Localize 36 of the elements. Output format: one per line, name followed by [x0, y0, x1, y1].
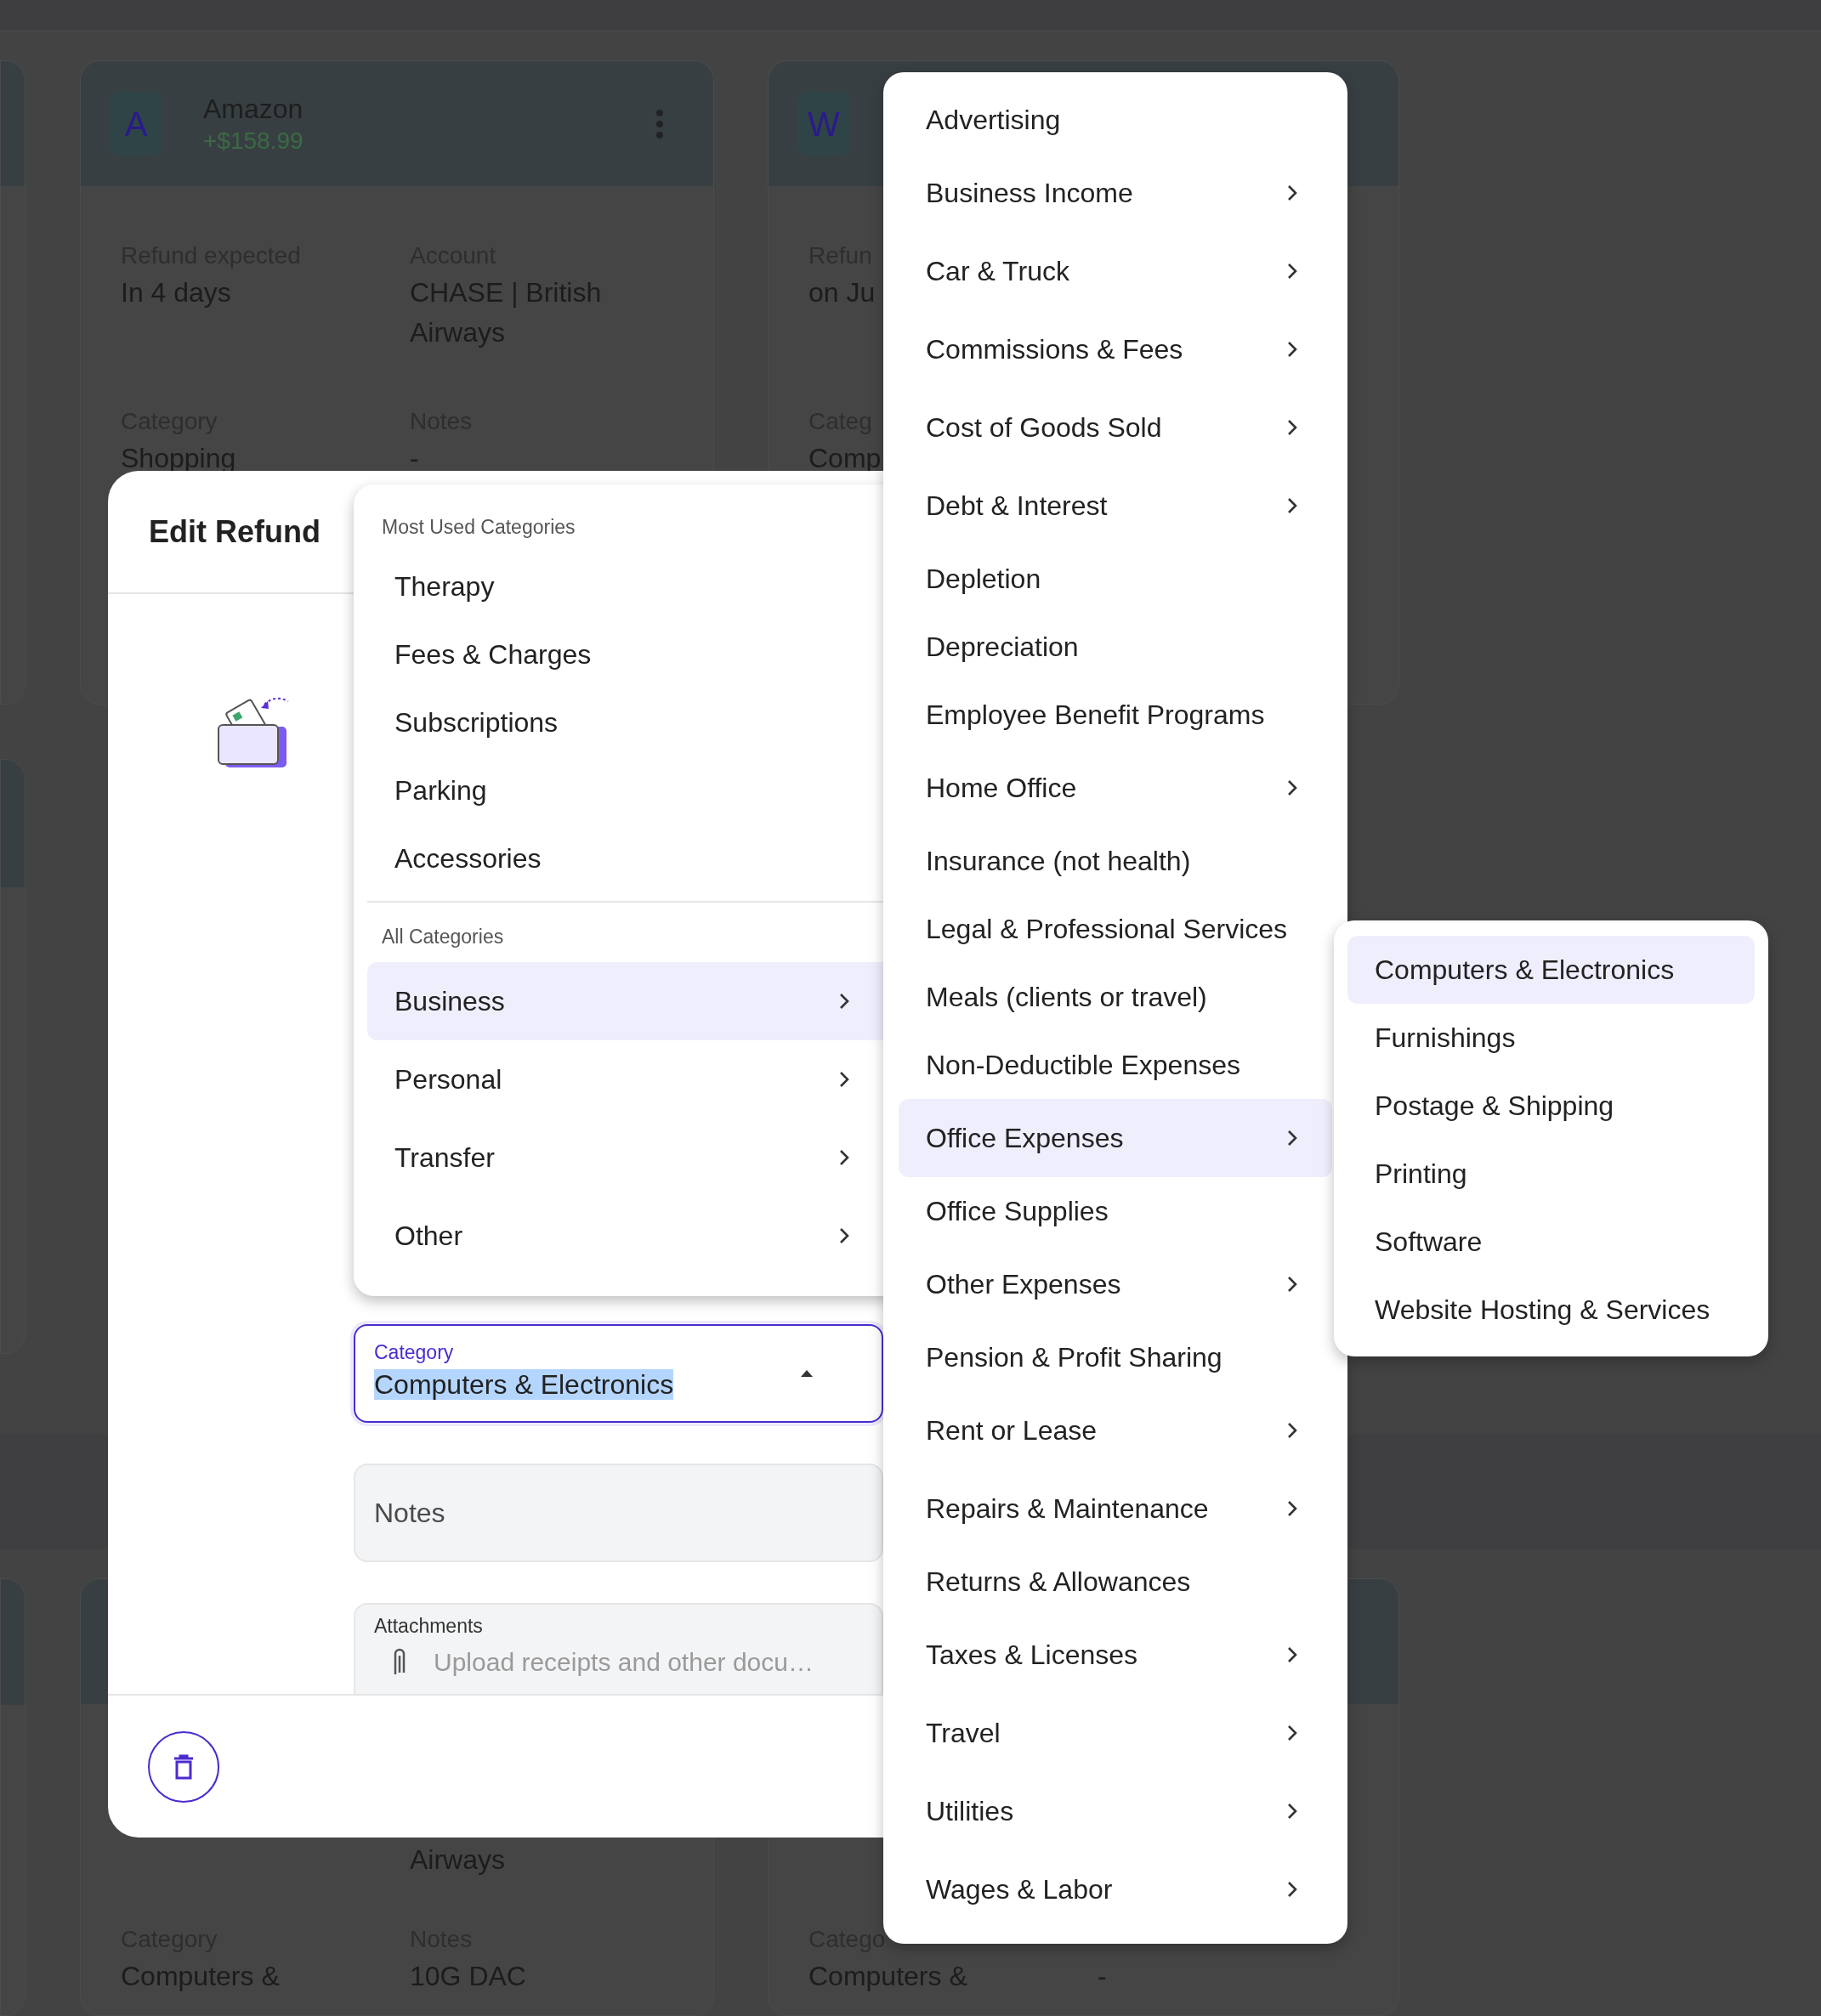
chevron-right-icon [1286, 779, 1298, 797]
chevron-right-icon [1286, 418, 1298, 437]
chevron-right-icon [1286, 184, 1298, 202]
field-value: - [410, 442, 419, 475]
field-label: Category [374, 1340, 455, 1365]
caret-up-icon [800, 1369, 814, 1378]
chevron-right-icon [1286, 262, 1298, 280]
chevron-right-icon [1286, 1724, 1298, 1742]
chevron-right-icon [1286, 1421, 1298, 1440]
attachments-field[interactable]: Attachments Upload receipts and other docu… [354, 1603, 883, 1694]
field-value: - [1098, 1960, 1107, 1993]
chevron-right-icon [1286, 1129, 1298, 1147]
chevron-right-icon [1286, 1802, 1298, 1821]
menu-item[interactable]: Computers & Electronics [1347, 936, 1755, 1004]
delete-button[interactable] [148, 1730, 219, 1803]
chevron-right-icon [1286, 1499, 1298, 1518]
chevron-right-icon [1286, 496, 1298, 515]
avatar: A [110, 92, 162, 156]
chevron-right-icon [838, 1226, 850, 1245]
section-header: Most Used Categories [381, 514, 576, 540]
chevron-right-icon [838, 992, 850, 1011]
chevron-right-icon [1286, 1880, 1298, 1899]
section-header: All Categories [381, 924, 505, 949]
dialog-title: Edit Refund [149, 512, 321, 551]
field-value: Computers & Electronics [374, 1369, 674, 1400]
chevron-right-icon [1286, 340, 1298, 359]
chevron-right-icon [838, 1070, 850, 1089]
chevron-right-icon [1286, 1645, 1298, 1664]
chevron-right-icon [1286, 1275, 1298, 1294]
chevron-right-icon [838, 1148, 850, 1167]
trash-icon [173, 1753, 195, 1780]
notes-field[interactable]: Notes [354, 1464, 883, 1562]
field-label: Attachments [374, 1614, 484, 1639]
menu-item[interactable]: Office Expenses [899, 1099, 1332, 1177]
avatar: W [797, 92, 850, 156]
upload-placeholder: Upload receipts and other docu… [434, 1646, 814, 1678]
